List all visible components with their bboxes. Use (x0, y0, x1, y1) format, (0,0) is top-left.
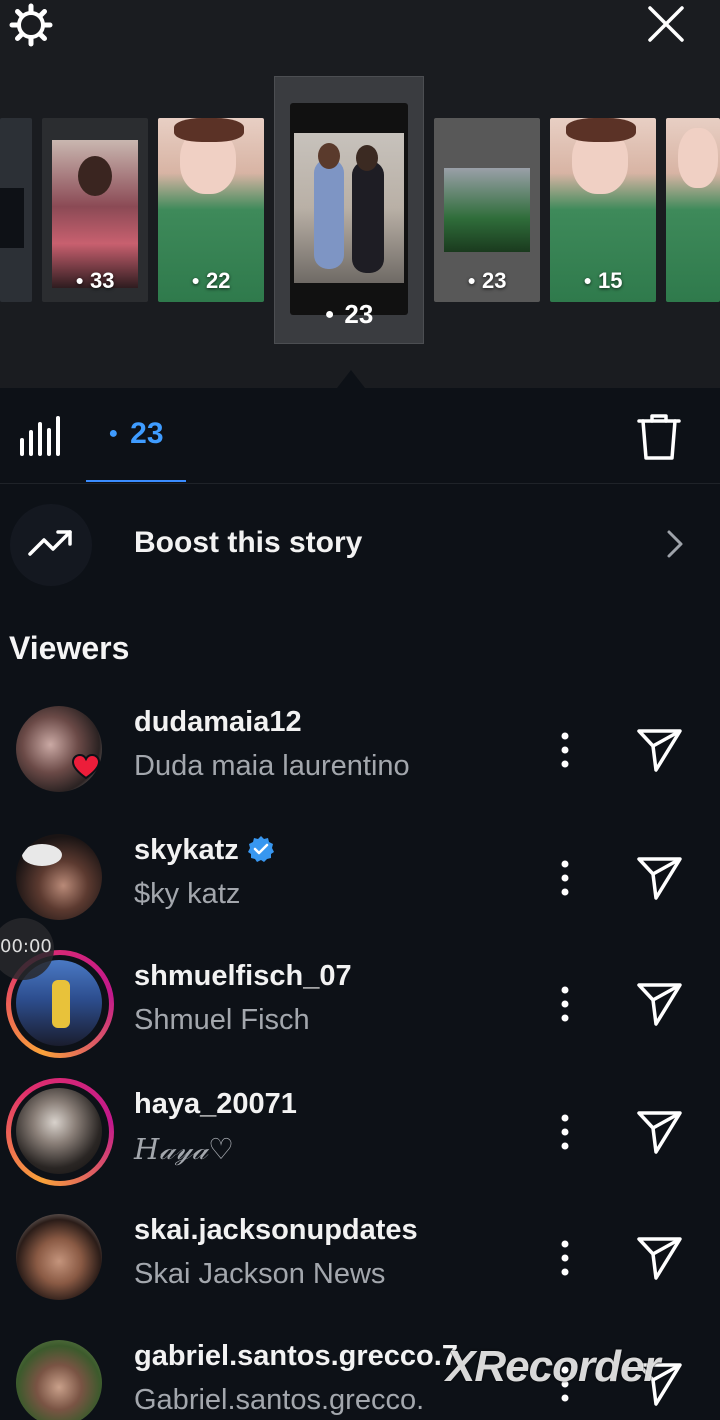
viewer-username[interactable]: skai.jacksonupdates (134, 1214, 418, 1247)
send-icon[interactable] (634, 1106, 684, 1156)
selected-story[interactable]: ● 23 (274, 76, 424, 344)
tab-viewers[interactable]: ● 23 (86, 388, 186, 482)
heart-icon (72, 754, 100, 780)
close-icon[interactable] (644, 2, 688, 46)
viewers-count: 23 (130, 417, 164, 450)
viewers-heading: Viewers (9, 630, 130, 666)
avatar[interactable] (16, 1088, 102, 1174)
send-icon[interactable] (634, 724, 684, 774)
send-icon[interactable] (634, 852, 684, 902)
eye-icon: ● (324, 306, 335, 323)
avatar[interactable] (16, 1214, 102, 1300)
story-view-count: ● 23 (467, 268, 507, 293)
story-thumbnail[interactable]: ● 33 (42, 118, 148, 302)
viewer-row[interactable]: dudamaia12 Duda maia laurentino (0, 688, 720, 808)
avatar[interactable] (16, 1340, 102, 1420)
viewer-row[interactable]: skai.jacksonupdates Skai Jackson News (0, 1196, 720, 1316)
selected-story-preview (290, 103, 408, 315)
eye-icon: ● (75, 272, 84, 288)
viewer-fullname: Gabriel.santos.grecco. (134, 1384, 425, 1416)
story-thumbnail[interactable] (0, 118, 32, 302)
story-thumbnail[interactable]: ● 22 (158, 118, 264, 302)
trending-up-icon (28, 530, 72, 556)
more-options-icon[interactable] (550, 1108, 580, 1156)
boost-story-row[interactable]: Boost this story (0, 500, 720, 590)
viewer-username[interactable]: dudamaia12 (134, 706, 302, 739)
selected-story-pointer (337, 370, 365, 388)
viewer-fullname: Skai Jackson News (134, 1258, 386, 1290)
chevron-right-icon (667, 530, 683, 558)
story-view-count: ● 22 (191, 268, 231, 293)
viewer-row[interactable]: haya_20071 𝐻𝒶𝓎𝒶♡ (0, 1070, 720, 1190)
viewer-username[interactable]: gabriel.santos.grecco.7 (134, 1340, 458, 1373)
eye-icon: ● (583, 272, 592, 288)
recorder-timer: 00:00 (0, 936, 52, 957)
viewer-username-text: skykatz (134, 834, 239, 866)
send-icon[interactable] (634, 1232, 684, 1282)
viewer-username[interactable]: haya_20071 (134, 1088, 297, 1121)
story-thumbnail[interactable]: ● 23 (434, 118, 540, 302)
story-view-count: ● 23 (324, 299, 374, 329)
viewer-fullname: Shmuel Fisch (134, 1004, 310, 1036)
more-options-icon[interactable] (550, 1234, 580, 1282)
viewer-fullname: 𝐻𝒶𝓎𝒶♡ (134, 1132, 234, 1166)
insights-tabs: ● 23 (0, 388, 720, 484)
story-view-count: ● 15 (583, 268, 623, 293)
story-thumbnail[interactable] (666, 118, 720, 302)
bar-chart-icon[interactable] (18, 416, 62, 456)
more-options-icon[interactable] (550, 854, 580, 902)
eye-icon: ● (467, 272, 476, 288)
viewer-username[interactable]: shmuelfisch_07 (134, 960, 352, 993)
avatar[interactable] (16, 834, 102, 920)
story-strip: ● 33 ● 22 ● 23 ● 23 ● 15 (0, 0, 720, 388)
story-thumbnail[interactable]: ● 15 (550, 118, 656, 302)
eye-icon: ● (191, 272, 200, 288)
viewer-row[interactable]: shmuelfisch_07 Shmuel Fisch (0, 942, 720, 1062)
viewer-username[interactable]: skykatz (134, 834, 275, 867)
verified-badge-icon (247, 836, 274, 862)
more-options-icon[interactable] (550, 726, 580, 774)
recorder-watermark: XRecorder (446, 1342, 661, 1391)
trash-icon[interactable] (636, 412, 682, 462)
eye-icon: ● (108, 425, 119, 442)
story-view-count: ● 33 (75, 268, 115, 293)
boost-label: Boost this story (134, 526, 363, 559)
send-icon[interactable] (634, 978, 684, 1028)
gear-icon[interactable] (8, 2, 54, 48)
viewer-fullname: $ky katz (134, 878, 241, 910)
viewer-fullname: Duda maia laurentino (134, 750, 410, 782)
viewer-row[interactable]: skykatz $ky katz (0, 816, 720, 936)
more-options-icon[interactable] (550, 980, 580, 1028)
